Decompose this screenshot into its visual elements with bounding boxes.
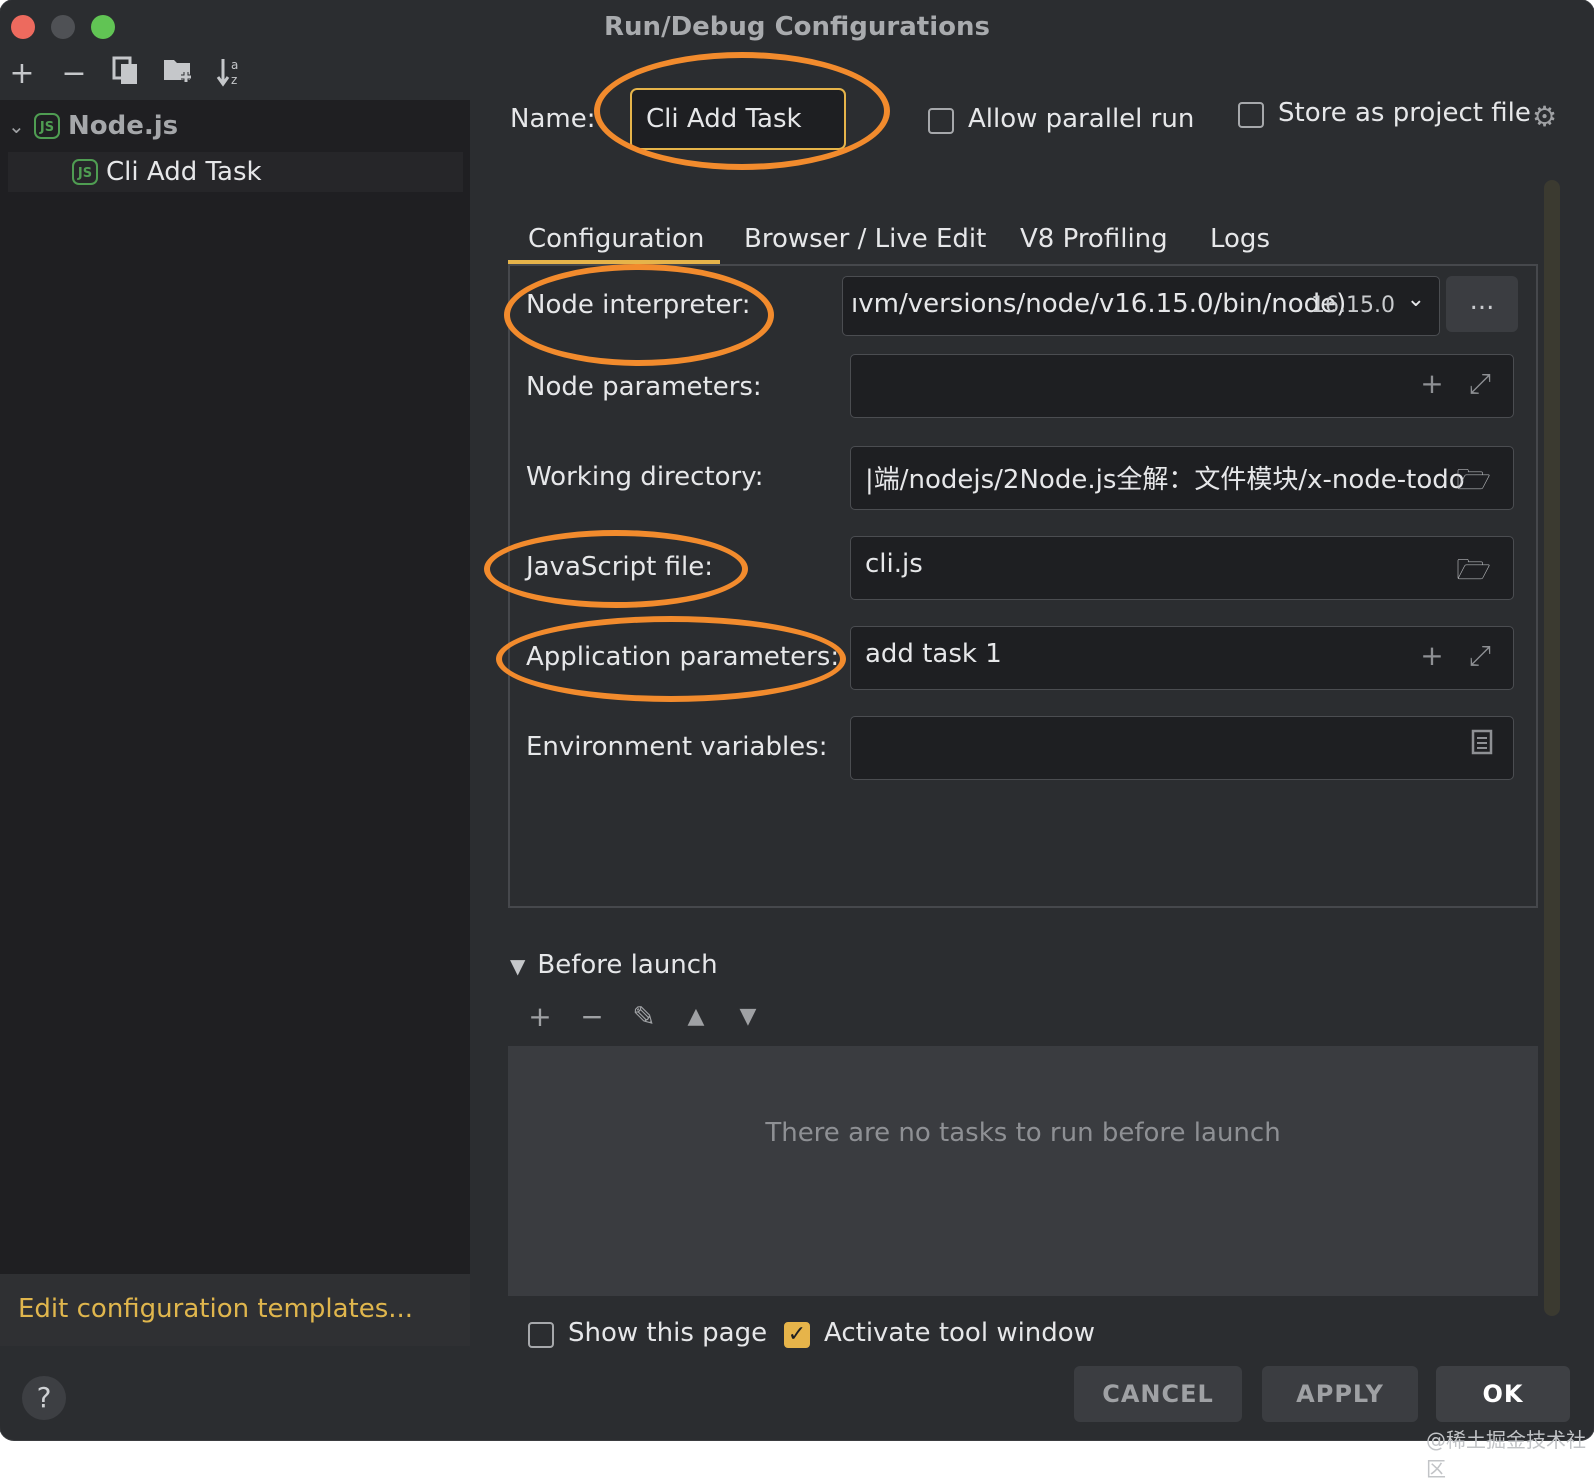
node-interpreter-select[interactable]: ıvm/versions/node/v16.15.0/bin/node) 16.… [842, 276, 1440, 336]
tab-browser-live-edit[interactable]: Browser / Live Edit [744, 224, 986, 254]
run-debug-dialog: Run/Debug Configurations + − az ⌄ JS Nod… [0, 0, 1594, 1440]
working-directory-value: |端/nodejs/2Node.js全解：文件模块/x-node-todo [865, 465, 1465, 495]
tree-item-label: Cli Add Task [106, 157, 262, 187]
app-parameters-value: add task 1 [865, 639, 1002, 669]
add-icon[interactable]: + [520, 1000, 560, 1033]
tree-node-label: Node.js [68, 111, 179, 141]
show-page-checkbox[interactable] [528, 1322, 554, 1348]
config-tree-sidebar: ⌄ JS Node.js JS Cli Add Task [0, 100, 470, 1345]
edit-icon[interactable]: ✎ [624, 1000, 664, 1033]
move-down-icon[interactable]: ▼ [728, 1004, 768, 1029]
chevron-down-icon[interactable]: ⌄ [8, 114, 34, 138]
chevron-down-icon: ⌄ [1406, 287, 1425, 312]
node-interpreter-label: Node interpreter: [526, 290, 751, 320]
javascript-file-value: cli.js [865, 549, 923, 579]
allow-parallel-label: Allow parallel run [968, 104, 1195, 134]
tree-node-nodejs[interactable]: ⌄ JS Node.js [8, 106, 178, 146]
nodejs-icon: JS [34, 113, 60, 139]
remove-icon[interactable]: − [56, 56, 92, 92]
watermark: @稀土掘金技术社区 [1426, 1428, 1586, 1481]
config-toolbar: + − az [0, 56, 470, 96]
svg-text:a: a [231, 58, 238, 72]
empty-tasks-message: There are no tasks to run before launch [765, 1118, 1281, 1148]
tree-item-cli-add-task[interactable]: JS Cli Add Task [8, 152, 463, 192]
javascript-file-field[interactable]: cli.js 🗁 [850, 536, 1514, 600]
tab-v8-profiling[interactable]: V8 Profiling [1020, 224, 1168, 254]
apply-button[interactable]: APPLY [1262, 1366, 1418, 1422]
node-parameters-label: Node parameters: [526, 372, 762, 402]
scrollbar[interactable] [1544, 180, 1560, 1316]
node-parameters-field[interactable]: + ⤢ [850, 354, 1514, 418]
help-button[interactable]: ? [22, 1376, 66, 1420]
activate-tool-label: Activate tool window [824, 1318, 1095, 1348]
app-parameters-label: Application parameters: [526, 642, 840, 672]
javascript-file-label: JavaScript file: [526, 552, 713, 582]
node-version: 16.15.0 [1311, 293, 1395, 318]
before-launch-title: Before launch [537, 950, 718, 980]
folder-open-icon[interactable]: 🗁 [1456, 549, 1499, 597]
store-project-label: Store as project file [1278, 98, 1531, 128]
expand-icon[interactable]: + ⤢ [1420, 639, 1499, 673]
name-field[interactable]: Cli Add Task [630, 88, 846, 150]
show-page-label: Show this page [568, 1318, 768, 1348]
allow-parallel-checkbox[interactable] [928, 108, 954, 134]
activate-tool-checkbox[interactable]: ✓ [784, 1322, 810, 1348]
edit-templates-label: Edit configuration templates... [18, 1294, 414, 1324]
tab-logs[interactable]: Logs [1210, 224, 1270, 254]
gear-icon[interactable]: ⚙ [1532, 100, 1557, 133]
nodejs-icon: JS [72, 159, 98, 185]
move-up-icon[interactable]: ▲ [676, 1004, 716, 1029]
remove-icon[interactable]: − [572, 1000, 612, 1033]
folder-add-icon[interactable] [160, 56, 196, 92]
folder-open-icon[interactable]: 🗁 [1456, 459, 1499, 507]
before-launch-header[interactable]: ▼ Before launch [510, 950, 718, 980]
name-value: Cli Add Task [646, 104, 802, 134]
before-launch-task-list: There are no tasks to run before launch [508, 1046, 1538, 1296]
env-variables-label: Environment variables: [526, 732, 828, 762]
name-label: Name: [510, 104, 596, 134]
working-directory-label: Working directory: [526, 462, 764, 492]
title-bar: Run/Debug Configurations [0, 0, 1594, 52]
svg-text:z: z [231, 73, 237, 87]
edit-templates-link[interactable]: Edit configuration templates... [0, 1274, 470, 1346]
window-title: Run/Debug Configurations [604, 12, 990, 42]
app-parameters-field[interactable]: add task 1 + ⤢ [850, 626, 1514, 690]
copy-icon[interactable] [108, 56, 144, 92]
browse-interpreter-button[interactable]: ... [1446, 276, 1518, 332]
node-interpreter-value: ıvm/versions/node/v16.15.0/bin/node) [851, 289, 1347, 319]
expand-icon[interactable]: + ⤢ [1420, 367, 1499, 401]
working-directory-field[interactable]: |端/nodejs/2Node.js全解：文件模块/x-node-todo 🗁 [850, 446, 1514, 510]
cancel-button[interactable]: CANCEL [1074, 1366, 1242, 1422]
add-icon[interactable]: + [4, 56, 40, 92]
ok-button[interactable]: OK [1436, 1366, 1570, 1422]
tab-configuration[interactable]: Configuration [528, 224, 704, 254]
env-variables-field[interactable] [850, 716, 1514, 780]
store-project-checkbox[interactable] [1238, 102, 1264, 128]
document-icon[interactable] [1471, 729, 1493, 762]
triangle-down-icon: ▼ [510, 954, 526, 978]
sort-alpha-icon[interactable]: az [212, 56, 248, 92]
